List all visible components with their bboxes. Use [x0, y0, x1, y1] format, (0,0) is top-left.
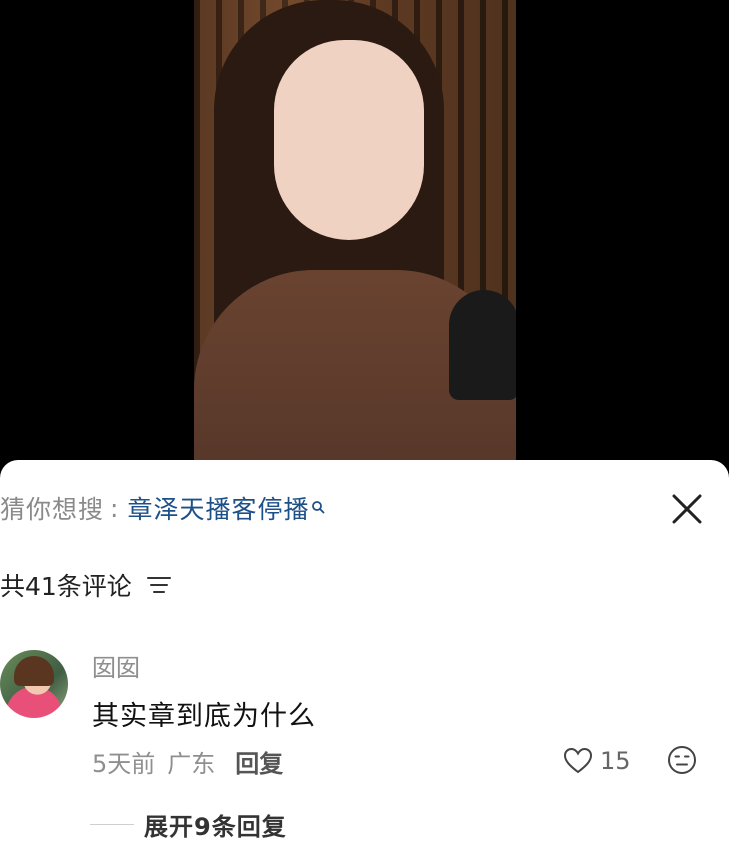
avatar[interactable] [0, 650, 68, 718]
reply-button[interactable]: 回复 [235, 744, 283, 779]
search-suggestion-separator: : [110, 493, 120, 523]
video-player[interactable] [0, 0, 729, 470]
comment-text[interactable]: 其实章到底为什么 [92, 694, 316, 733]
comment-item: 囡囡 其实章到底为什么 5天前 广东 回复 15 展开9条回复 [0, 648, 729, 848]
expand-replies-button[interactable]: 展开9条回复 [90, 808, 287, 841]
like-count: 15 [600, 747, 631, 775]
expand-replies-label: 展开9条回复 [144, 812, 287, 841]
search-icon [311, 491, 325, 514]
search-suggestion-term[interactable]: 章泽天播客停播 [127, 490, 309, 526]
video-frame[interactable] [194, 0, 516, 462]
comments-header: 共41条评论 [0, 565, 172, 605]
avatar-hair [14, 656, 54, 686]
search-suggestion-prefix: 猜你想搜 [0, 495, 105, 524]
meh-face-icon [668, 746, 696, 774]
heart-icon [563, 747, 593, 774]
comment-username[interactable]: 囡囡 [92, 648, 140, 683]
comment-meta: 5天前 广东 回复 [92, 743, 283, 779]
person-face [274, 40, 424, 240]
sort-icon[interactable] [146, 572, 172, 598]
divider-line [90, 823, 134, 825]
comment-time: 5天前 [92, 749, 156, 778]
close-button[interactable] [664, 486, 710, 532]
comment-sheet: 猜你想搜 : 章泽天播客停播 共41条评论 囡囡 其实章到底为什么 5天前 广东… [0, 460, 729, 866]
like-button[interactable]: 15 [562, 743, 631, 779]
microphone [449, 290, 516, 400]
dislike-button[interactable] [666, 744, 698, 776]
comment-location: 广东 [167, 749, 216, 778]
close-icon [672, 494, 702, 524]
comments-count-label: 共41条评论 [0, 572, 132, 601]
search-suggestion[interactable]: 猜你想搜 : 章泽天播客停播 [0, 488, 325, 528]
